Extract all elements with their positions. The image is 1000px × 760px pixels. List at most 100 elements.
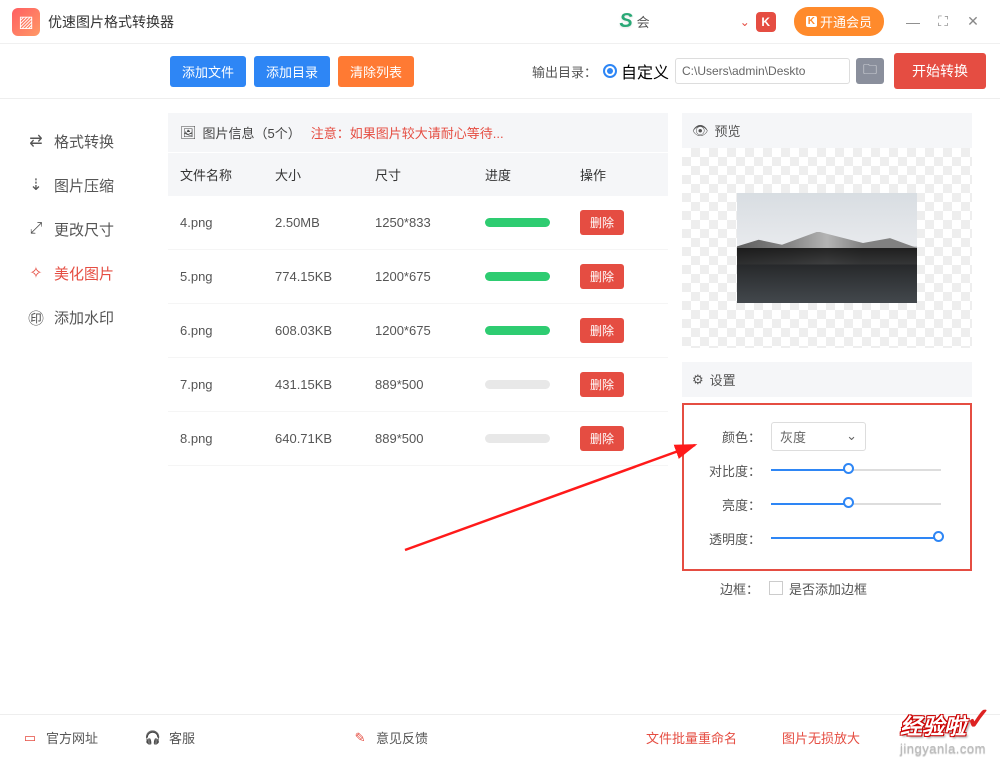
cell-size: 640.71KB (275, 431, 375, 446)
sidebar-item-label: 图片压缩 (54, 175, 114, 196)
brightness-label: 亮度： (696, 495, 761, 514)
minimize-button[interactable]: — (898, 7, 928, 37)
delete-button[interactable]: 删除 (580, 264, 624, 289)
lossless-enlarge-label: 图片无损放大 (782, 728, 860, 747)
opacity-slider[interactable] (771, 535, 941, 541)
batch-rename-label: 文件批量重命名 (646, 728, 737, 747)
cell-progress (485, 218, 580, 227)
table-row[interactable]: 5.png774.15KB1200*675删除 (168, 250, 668, 304)
table-row[interactable]: 8.png640.71KB889*500 删除 (168, 412, 668, 466)
official-site-link[interactable]: ▭ 官方网址 (20, 728, 98, 747)
delete-button[interactable]: 删除 (580, 318, 624, 343)
output-path-input[interactable]: C:\Users\admin\Deskto (675, 58, 850, 84)
col-dim: 尺寸 (375, 165, 485, 184)
settings-header: ⚙ 设置 (682, 362, 972, 397)
file-info-header: 🖼 图片信息（5个） 注意：如果图片较大请耐心等待... (168, 113, 668, 152)
clear-list-button[interactable]: 清除列表 (338, 56, 414, 87)
maximize-button[interactable]: ⛶ (928, 7, 958, 37)
table-row[interactable]: 7.png431.15KB889*500删除 (168, 358, 668, 412)
open-vip-button[interactable]: K开通会员 (794, 7, 884, 36)
file-info-title: 图片信息（5个） (203, 123, 301, 142)
sidebar-item-beautify[interactable]: ✧美化图片 (0, 251, 154, 295)
bottom-bar: ▭ 官方网址 🎧客服 ✎ 意见反馈 文件批量重命名 图片无损放大 (0, 714, 1000, 760)
sidebar-item-label: 格式转换 (54, 131, 114, 152)
beautify-icon: ✧ (26, 263, 46, 283)
vip-badge-icon: K (756, 12, 776, 32)
convert-icon: ⇄ (26, 131, 46, 151)
color-label: 颜色： (696, 427, 761, 446)
account-icon: S (619, 10, 632, 33)
title-bar: ▨ 优速图片格式转换器 S 会 ⌄ K K开通会员 — ⛶ ✕ (0, 0, 1000, 44)
cell-dimension: 1250*833 (375, 215, 485, 230)
resize-icon: ⤢ (26, 220, 46, 238)
vip-button-label: 开通会员 (820, 12, 872, 31)
delete-button[interactable]: 删除 (580, 426, 624, 451)
table-row[interactable]: 4.png2.50MB1250*833 删除 (168, 196, 668, 250)
cell-size: 431.15KB (275, 377, 375, 392)
compress-icon: ⇣ (26, 175, 46, 195)
table-header: 文件名称 大小 尺寸 进度 操作 (168, 152, 668, 196)
preview-area (682, 148, 972, 348)
cell-name: 4.png (180, 215, 275, 230)
cell-name: 6.png (180, 323, 275, 338)
col-size: 大小 (275, 165, 375, 184)
web-icon: ▭ (20, 729, 40, 747)
cell-dimension: 1200*675 (375, 269, 485, 284)
cell-dimension: 889*500 (375, 431, 485, 446)
cell-size: 608.03KB (275, 323, 375, 338)
sidebar-item-watermark[interactable]: ㊞添加水印 (0, 295, 154, 339)
official-site-label: 官方网址 (46, 728, 98, 747)
col-progress: 进度 (485, 165, 580, 184)
app-logo-icon: ▨ (12, 8, 40, 36)
brightness-slider[interactable] (771, 501, 941, 507)
contrast-slider[interactable] (771, 467, 941, 473)
app-title: 优速图片格式转换器 (48, 12, 174, 32)
preview-header: 👁预览 (682, 113, 972, 148)
chevron-down-icon: ⌄ (846, 428, 857, 444)
batch-rename-link[interactable]: 文件批量重命名 (646, 728, 737, 747)
start-convert-button[interactable]: 开始转换 (894, 53, 986, 89)
col-action: 操作 (580, 165, 640, 184)
sidebar-item-label: 添加水印 (54, 307, 114, 328)
cell-name: 8.png (180, 431, 275, 446)
lossless-enlarge-link[interactable]: 图片无损放大 (782, 728, 860, 747)
cell-size: 2.50MB (275, 215, 375, 230)
cell-name: 7.png (180, 377, 275, 392)
browse-folder-button[interactable]: 🗀 (856, 58, 884, 84)
feedback-link[interactable]: ✎ 意见反馈 (350, 728, 428, 747)
table-row[interactable]: 6.png608.03KB1200*675 删除 (168, 304, 668, 358)
sidebar-item-label: 更改尺寸 (54, 219, 114, 240)
gear-icon: ⚙ (692, 372, 704, 388)
delete-button[interactable]: 删除 (580, 372, 624, 397)
customer-service-link[interactable]: 🎧客服 (143, 728, 195, 747)
output-custom-radio[interactable]: 自定义 (603, 59, 669, 83)
add-file-button[interactable]: 添加文件 (170, 56, 246, 87)
cell-dimension: 1200*675 (375, 323, 485, 338)
folder-icon: 🗀 (863, 59, 877, 83)
sidebar-item-compress[interactable]: ⇣ 图片压缩 (0, 163, 154, 207)
feedback-label: 意见反馈 (376, 728, 428, 747)
cell-progress (485, 326, 580, 335)
delete-button[interactable]: 删除 (580, 210, 624, 235)
contrast-label: 对比度： (696, 461, 761, 480)
settings-title: 设置 (710, 370, 736, 389)
add-directory-button[interactable]: 添加目录 (254, 56, 330, 87)
sidebar-item-format[interactable]: ⇄ 格式转换 (0, 119, 154, 163)
close-button[interactable]: ✕ (958, 7, 988, 37)
radio-icon (603, 64, 617, 78)
border-checkbox[interactable] (769, 581, 783, 595)
headset-icon: 🎧 (143, 729, 163, 747)
chevron-down-icon[interactable]: ⌄ (740, 15, 750, 29)
output-dir-label: 输出目录： (532, 62, 597, 81)
preview-image (737, 193, 917, 303)
cell-progress (485, 272, 580, 281)
preview-title: 预览 (715, 121, 741, 140)
col-name: 文件名称 (180, 165, 275, 184)
border-checkbox-label: 是否添加边框 (789, 579, 867, 598)
user-label: 会 (637, 12, 650, 31)
toolbar: 添加文件 添加目录 清除列表 输出目录： 自定义 C:\Users\admin\… (0, 44, 1000, 99)
cell-size: 774.15KB (275, 269, 375, 284)
sidebar-item-resize[interactable]: ⤢ 更改尺寸 (0, 207, 154, 251)
feedback-icon: ✎ (350, 729, 370, 747)
color-select[interactable]: 灰度 ⌄ (771, 422, 866, 451)
